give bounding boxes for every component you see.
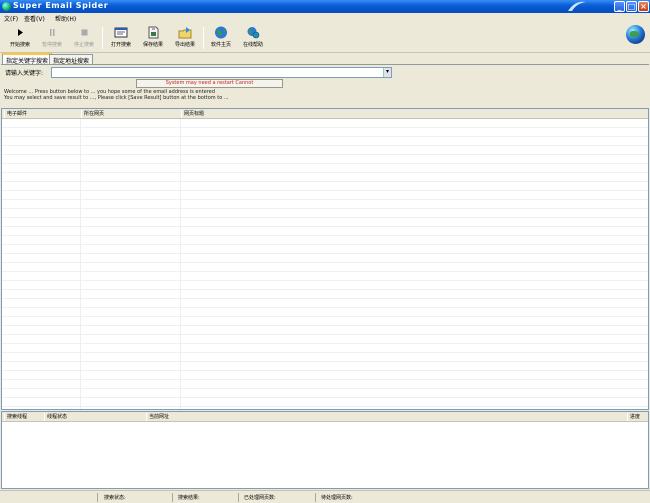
status-divider xyxy=(315,493,316,502)
tab-keyword-search[interactable]: 指定关键字搜索 xyxy=(2,53,53,65)
results-grid-header: 电子邮件 所在网页 网页标题 xyxy=(2,109,648,119)
pause-icon xyxy=(50,29,55,36)
search-mode-tabs: 指定关键字搜索 指定地址搜索 xyxy=(0,53,650,65)
pause-search-button[interactable]: 暂停搜索 xyxy=(37,25,67,52)
status-pending: 待处理网页数: xyxy=(321,495,353,501)
col-thread[interactable]: 搜索线程 xyxy=(4,413,44,421)
help-text-line-2: You may select and save result to ..., P… xyxy=(4,95,229,101)
open-icon xyxy=(114,27,128,38)
save-icon xyxy=(148,26,159,39)
tab-address-search[interactable]: 指定地址搜索 xyxy=(49,54,94,65)
threads-grid[interactable]: 搜索线程 线程状态 当前网址 进度 xyxy=(1,411,649,489)
keyword-input[interactable] xyxy=(51,67,392,78)
app-icon xyxy=(2,2,11,11)
homepage-icon xyxy=(215,26,227,39)
open-search-button[interactable]: 打开搜索 xyxy=(106,25,136,52)
toolbar: 开始搜索 暂停搜索 停止搜索 打开搜索 保存结果 导出结果 软件主页 在线帮助 xyxy=(0,23,650,53)
col-thread-status[interactable]: 线程状态 xyxy=(44,413,146,421)
toolbar-separator xyxy=(203,27,204,49)
results-rows xyxy=(2,119,648,409)
export-results-button[interactable]: 导出结果 xyxy=(170,25,200,52)
col-page-title[interactable]: 网页标题 xyxy=(181,110,641,118)
menu-view[interactable]: 查看(V) xyxy=(24,14,45,23)
results-grid[interactable]: 电子邮件 所在网页 网页标题 xyxy=(1,108,649,410)
minimize-button[interactable]: _ xyxy=(614,1,625,12)
help-icon xyxy=(247,27,260,39)
menu-bar: 文(F) 查看(V) 帮助(H) xyxy=(0,13,650,23)
online-help-button[interactable]: 在线帮助 xyxy=(238,25,268,52)
close-button[interactable]: × xyxy=(638,1,649,12)
homepage-button[interactable]: 软件主页 xyxy=(206,25,236,52)
chevron-down-icon[interactable]: ▾ xyxy=(383,68,391,77)
export-icon xyxy=(178,27,192,39)
status-processed: 已处理网页数: xyxy=(244,495,276,501)
toolbar-separator xyxy=(102,27,103,49)
status-divider xyxy=(238,493,239,502)
stop-search-button[interactable]: 停止搜索 xyxy=(69,25,99,52)
window-title: Super Email Spider xyxy=(13,1,109,10)
col-current-url[interactable]: 当前网址 xyxy=(146,413,627,421)
system-notice-button[interactable]: System may need a restart Cannot xyxy=(136,79,283,88)
column-divider xyxy=(180,119,181,409)
status-divider xyxy=(97,493,98,502)
xp-logo-icon xyxy=(568,1,586,11)
maximize-button[interactable]: □ xyxy=(626,1,637,12)
keyword-label: 请输入关键字: xyxy=(5,70,44,77)
status-bar: 搜索状态: 搜索结果: 已处理网页数: 待处理网页数: xyxy=(0,490,650,503)
title-bar: Super Email Spider _ □ × xyxy=(0,0,650,13)
threads-grid-header: 搜索线程 线程状态 当前网址 进度 xyxy=(2,412,648,422)
menu-file[interactable]: 文(F) xyxy=(4,14,18,23)
play-icon xyxy=(18,29,23,36)
column-divider xyxy=(80,119,81,409)
col-progress[interactable]: 进度 xyxy=(627,413,648,421)
status-found: 搜索结果: xyxy=(178,495,200,501)
stop-icon xyxy=(81,29,88,36)
start-search-button[interactable]: 开始搜索 xyxy=(5,25,35,52)
menu-help[interactable]: 帮助(H) xyxy=(55,14,76,23)
save-results-button[interactable]: 保存结果 xyxy=(138,25,168,52)
col-email[interactable]: 电子邮件 xyxy=(4,110,81,118)
status-search-state: 搜索状态: xyxy=(104,495,126,501)
status-divider xyxy=(172,493,173,502)
col-source-page[interactable]: 所在网页 xyxy=(81,110,181,118)
globe-logo-icon xyxy=(626,25,645,44)
